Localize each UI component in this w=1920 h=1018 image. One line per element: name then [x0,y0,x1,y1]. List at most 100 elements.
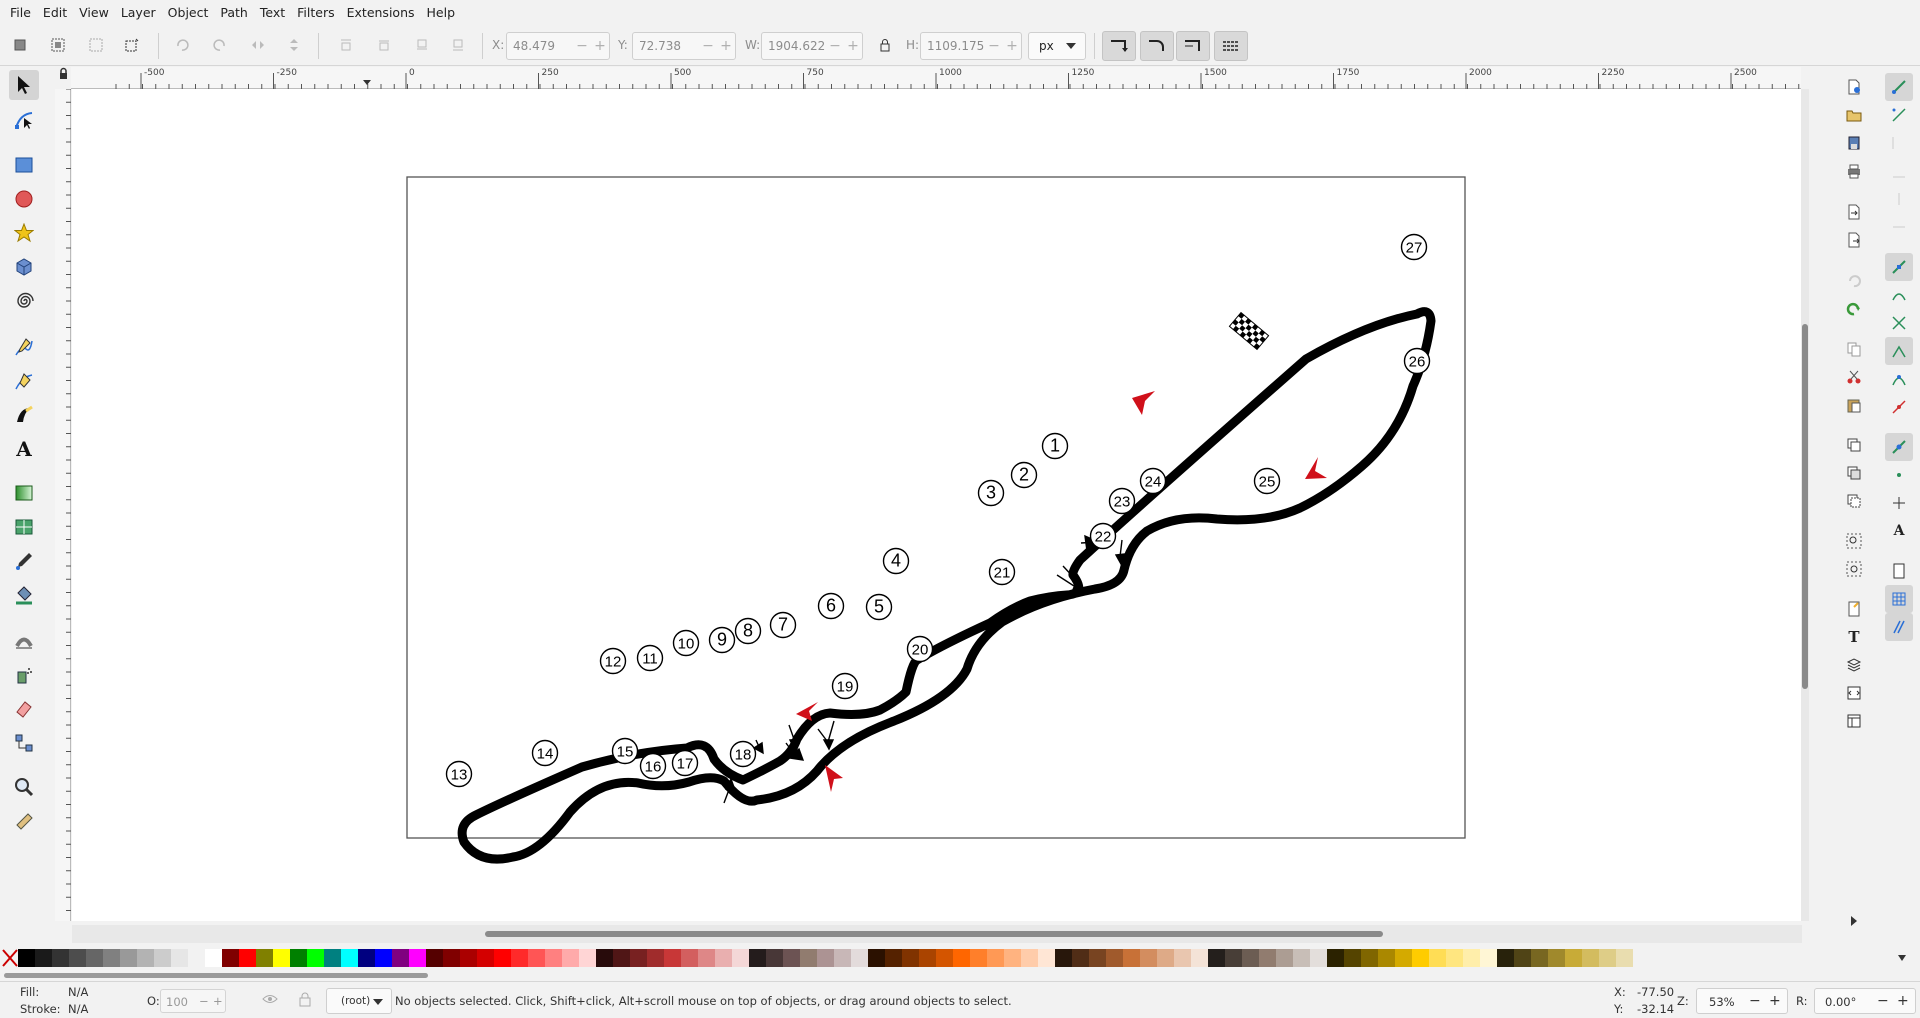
color-swatch[interactable] [630,949,647,967]
fill-indicator[interactable]: N/A [68,985,88,999]
color-swatch[interactable] [1446,949,1463,967]
menu-path[interactable]: Path [214,5,253,20]
color-swatch[interactable] [528,949,545,967]
color-swatch[interactable] [358,949,375,967]
color-swatch[interactable] [35,949,52,967]
star-tool-icon[interactable] [9,218,39,248]
color-swatch[interactable] [749,949,766,967]
copy-icon[interactable] [1840,335,1868,363]
color-swatch[interactable] [1140,949,1157,967]
unlink-clone-icon[interactable] [1840,487,1868,515]
color-swatch[interactable] [1310,949,1327,967]
y-field[interactable]: 72.738− + [632,32,736,60]
snap-text-baseline-icon[interactable]: A [1885,517,1913,545]
select-all-in-all-layers-icon[interactable] [46,33,70,57]
select-all-icon[interactable] [8,33,32,57]
snap-bbox-centers-icon[interactable] [1885,213,1913,241]
color-swatch[interactable] [1344,949,1361,967]
calligraphy-tool-icon[interactable] [9,400,39,430]
color-swatch[interactable] [970,949,987,967]
color-swatch[interactable] [1072,949,1089,967]
color-swatch[interactable] [698,949,715,967]
color-swatch[interactable] [1565,949,1582,967]
color-swatch[interactable] [477,949,494,967]
color-swatch[interactable] [545,949,562,967]
color-swatch[interactable] [375,949,392,967]
paste-icon[interactable] [1840,391,1868,419]
color-swatch[interactable] [256,949,273,967]
color-swatch[interactable] [171,949,188,967]
color-swatch[interactable] [1514,949,1531,967]
menu-text[interactable]: Text [254,5,291,20]
gradient-tool-icon[interactable] [9,478,39,508]
color-swatch[interactable] [664,949,681,967]
snap-bbox-edges-icon[interactable] [1885,129,1913,157]
color-swatch[interactable] [103,949,120,967]
opacity-field[interactable]: 100 − + [160,989,226,1013]
scale-rounded-corners-icon[interactable] [1140,31,1174,61]
color-swatch[interactable] [341,949,358,967]
vertical-scroll-thumb[interactable] [1802,324,1808,689]
undo-icon[interactable] [1840,267,1868,295]
snap-intersections-icon[interactable] [1885,309,1913,337]
snap-page-border-icon[interactable] [1885,557,1913,585]
color-swatch[interactable] [1208,949,1225,967]
tweak-tool-icon[interactable] [9,626,39,656]
zoom-field[interactable]: 53% − + [1696,988,1788,1014]
color-swatch[interactable] [1582,949,1599,967]
snap-paths-icon[interactable] [1885,281,1913,309]
paint-bucket-tool-icon[interactable] [9,580,39,610]
node-tool-icon[interactable] [9,105,39,135]
snap-object-midpoints-icon[interactable] [1885,461,1913,489]
menu-object[interactable]: Object [162,5,215,20]
color-swatch[interactable] [460,949,477,967]
export-icon[interactable] [1840,226,1868,254]
color-swatch[interactable] [205,949,222,967]
color-swatch[interactable] [1378,949,1395,967]
color-swatch[interactable] [783,949,800,967]
color-swatch[interactable] [273,949,290,967]
deselect-icon[interactable] [84,33,108,57]
move-patterns-icon[interactable] [1214,31,1248,61]
spiral-tool-icon[interactable] [9,286,39,316]
snap-bbox-midpoints-icon[interactable] [1885,185,1913,213]
color-swatch[interactable] [1191,949,1208,967]
color-swatch[interactable] [69,949,86,967]
duplicate-icon[interactable] [1840,431,1868,459]
color-swatch[interactable] [120,949,137,967]
color-swatch[interactable] [681,949,698,967]
menu-extensions[interactable]: Extensions [341,5,421,20]
color-swatch[interactable] [137,949,154,967]
horizontal-ruler[interactable]: -500 -250 0 250 500 750 1000 1250 1500 1750 2000 22… [71,67,1801,89]
height-field[interactable]: 1109.175− + [920,32,1022,60]
color-swatch[interactable] [324,949,341,967]
color-swatch[interactable] [1174,949,1191,967]
color-swatch[interactable] [851,949,868,967]
color-swatch[interactable] [1361,949,1378,967]
ellipse-tool-icon[interactable] [9,184,39,214]
color-swatch[interactable] [817,949,834,967]
color-swatch[interactable] [902,949,919,967]
more-commands-icon[interactable] [1846,913,1862,929]
stroke-indicator[interactable]: N/A [68,1002,88,1016]
measure-tool-icon[interactable] [9,806,39,836]
raise-to-top-icon[interactable] [334,33,358,57]
text-tool-icon[interactable]: A [9,434,39,464]
save-icon[interactable] [1840,129,1868,157]
horizontal-scroll-thumb[interactable] [485,931,1383,937]
color-swatch[interactable] [562,949,579,967]
clone-icon[interactable] [1840,459,1868,487]
snap-nodes-icon[interactable] [1885,253,1913,281]
color-swatch[interactable] [647,949,664,967]
color-swatch[interactable] [919,949,936,967]
color-swatch[interactable] [494,949,511,967]
new-document-icon[interactable] [1840,73,1868,101]
dropper-tool-icon[interactable] [9,546,39,576]
3d-box-tool-icon[interactable] [9,252,39,282]
redo-icon[interactable] [1840,295,1868,323]
menu-view[interactable]: View [73,5,115,20]
color-swatch[interactable] [188,949,205,967]
no-paint-swatch[interactable] [2,949,18,967]
snap-bbox-corners-icon[interactable] [1885,157,1913,185]
color-swatch[interactable] [987,949,1004,967]
